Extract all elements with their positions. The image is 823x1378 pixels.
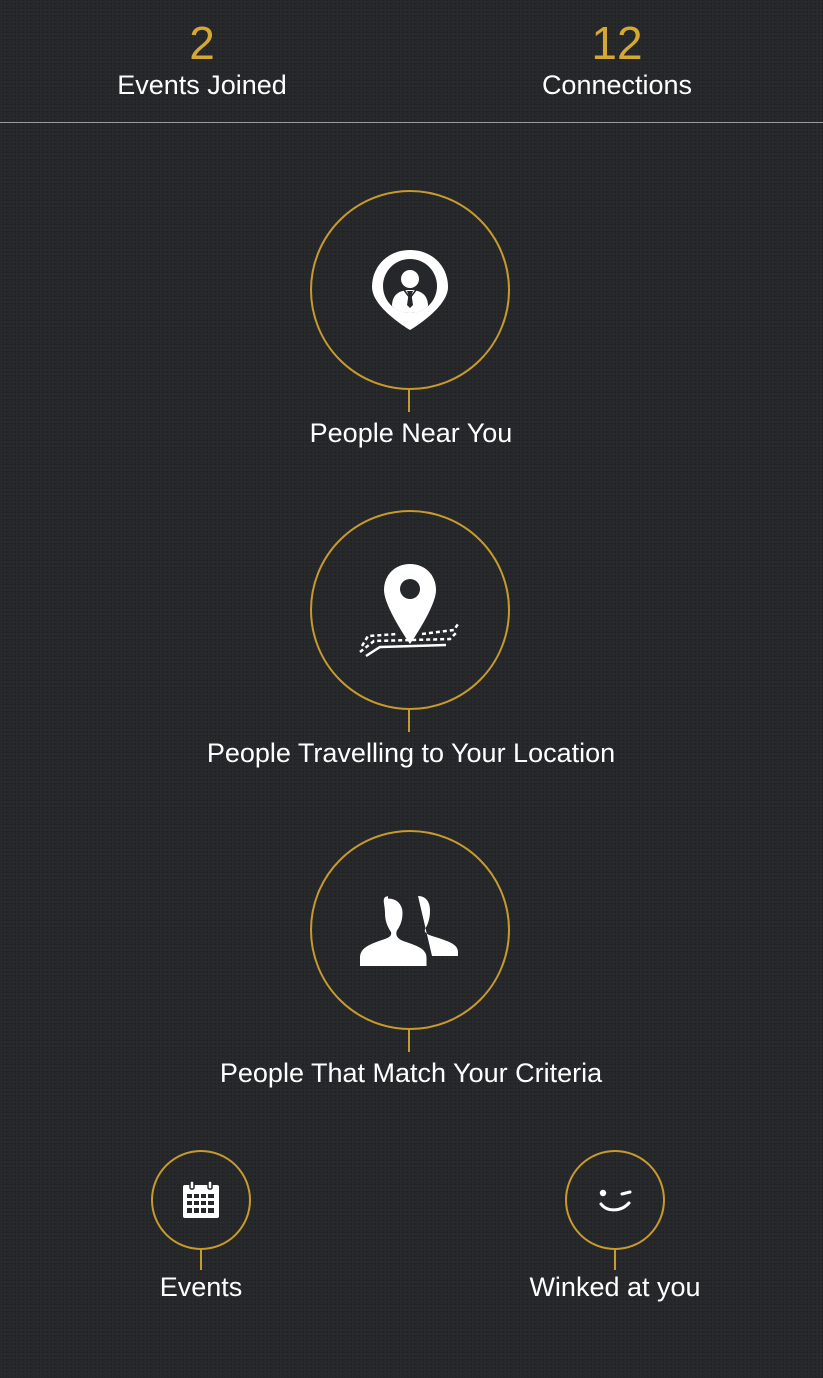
users-icon xyxy=(310,830,510,1030)
location-route-icon xyxy=(310,510,510,710)
people-travelling-button[interactable]: People Travelling to Your Location xyxy=(111,510,711,780)
people-near-you-button[interactable]: People Near You xyxy=(111,190,711,460)
people-near-you-stem xyxy=(408,390,410,412)
events-button[interactable]: Events xyxy=(51,1150,351,1310)
people-travelling-stem xyxy=(408,710,410,732)
people-travelling-label: People Travelling to Your Location xyxy=(206,738,616,768)
people-near-you-label: People Near You xyxy=(309,418,513,448)
events-stem xyxy=(200,1250,202,1270)
events-joined-count: 2 xyxy=(189,17,215,69)
people-match-criteria-button[interactable]: People That Match Your Criteria xyxy=(111,830,711,1100)
events-joined-stat[interactable]: 2 Events Joined xyxy=(52,18,352,102)
events-label: Events xyxy=(159,1272,243,1302)
winked-at-you-label: Winked at you xyxy=(529,1272,701,1302)
connections-stat[interactable]: 12 Connections xyxy=(467,18,767,102)
winked-at-you-stem xyxy=(614,1250,616,1270)
person-location-pin-icon xyxy=(310,190,510,390)
wink-icon xyxy=(565,1150,665,1250)
connections-label: Connections xyxy=(541,70,693,100)
connections-count: 12 xyxy=(591,17,643,69)
people-match-criteria-label: People That Match Your Criteria xyxy=(219,1058,603,1088)
events-joined-label: Events Joined xyxy=(117,70,287,100)
people-match-criteria-stem xyxy=(408,1030,410,1052)
stats-header: 2 Events Joined 12 Connections xyxy=(0,0,823,123)
calendar-icon xyxy=(151,1150,251,1250)
winked-at-you-button[interactable]: Winked at you xyxy=(465,1150,765,1310)
